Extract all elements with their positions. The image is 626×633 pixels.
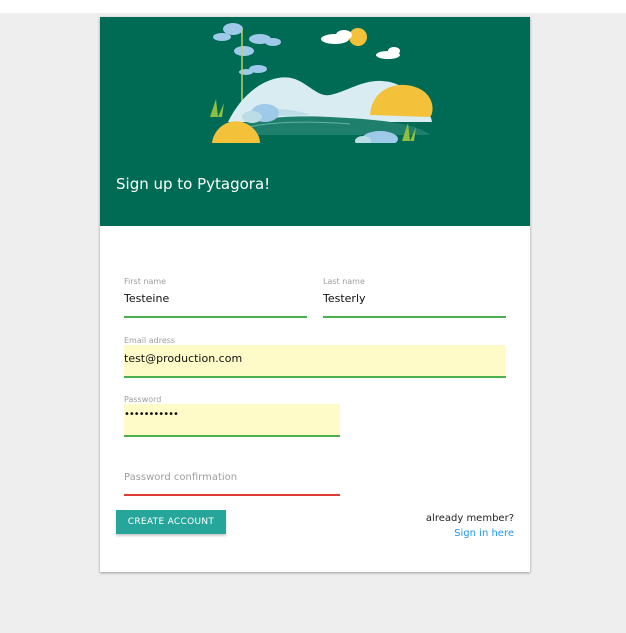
clouds-icon: [213, 23, 400, 75]
email-underline: [124, 376, 506, 378]
password-confirmation-input[interactable]: Password confirmation: [124, 472, 237, 483]
last-name-input[interactable]: Testerly: [323, 292, 366, 305]
sun-icon: [349, 28, 367, 46]
already-member-text: already member?: [425, 513, 514, 524]
signup-card: Sign up to Pytagora! First name Testeine…: [100, 17, 530, 572]
first-name-label: First name: [124, 277, 167, 286]
sign-in-link[interactable]: Sign in here: [454, 528, 514, 539]
first-name-input[interactable]: Testeine: [124, 292, 169, 305]
email-input[interactable]: test@production.com: [124, 352, 242, 365]
password-underline: [124, 435, 340, 437]
landscape-illustration: [210, 23, 435, 147]
create-account-button[interactable]: CREATE ACCOUNT: [116, 510, 226, 534]
password-input[interactable]: •••••••••••: [124, 409, 179, 420]
email-label: Email adress: [124, 336, 176, 345]
email-field[interactable]: Email adress test@production.com: [124, 336, 506, 378]
password-field[interactable]: Password •••••••••••: [124, 395, 340, 437]
password-confirmation-field[interactable]: Password confirmation: [124, 460, 340, 496]
card-header: Sign up to Pytagora!: [100, 17, 530, 226]
first-name-field[interactable]: First name Testeine: [124, 277, 307, 318]
last-name-label: Last name: [323, 277, 365, 286]
password-confirmation-underline: [124, 494, 340, 496]
last-name-field[interactable]: Last name Testerly: [323, 277, 506, 318]
page-title: Sign up to Pytagora!: [116, 175, 271, 193]
top-strip: [0, 0, 626, 13]
last-name-underline: [323, 316, 506, 318]
password-label: Password: [124, 395, 162, 404]
first-name-underline: [124, 316, 307, 318]
